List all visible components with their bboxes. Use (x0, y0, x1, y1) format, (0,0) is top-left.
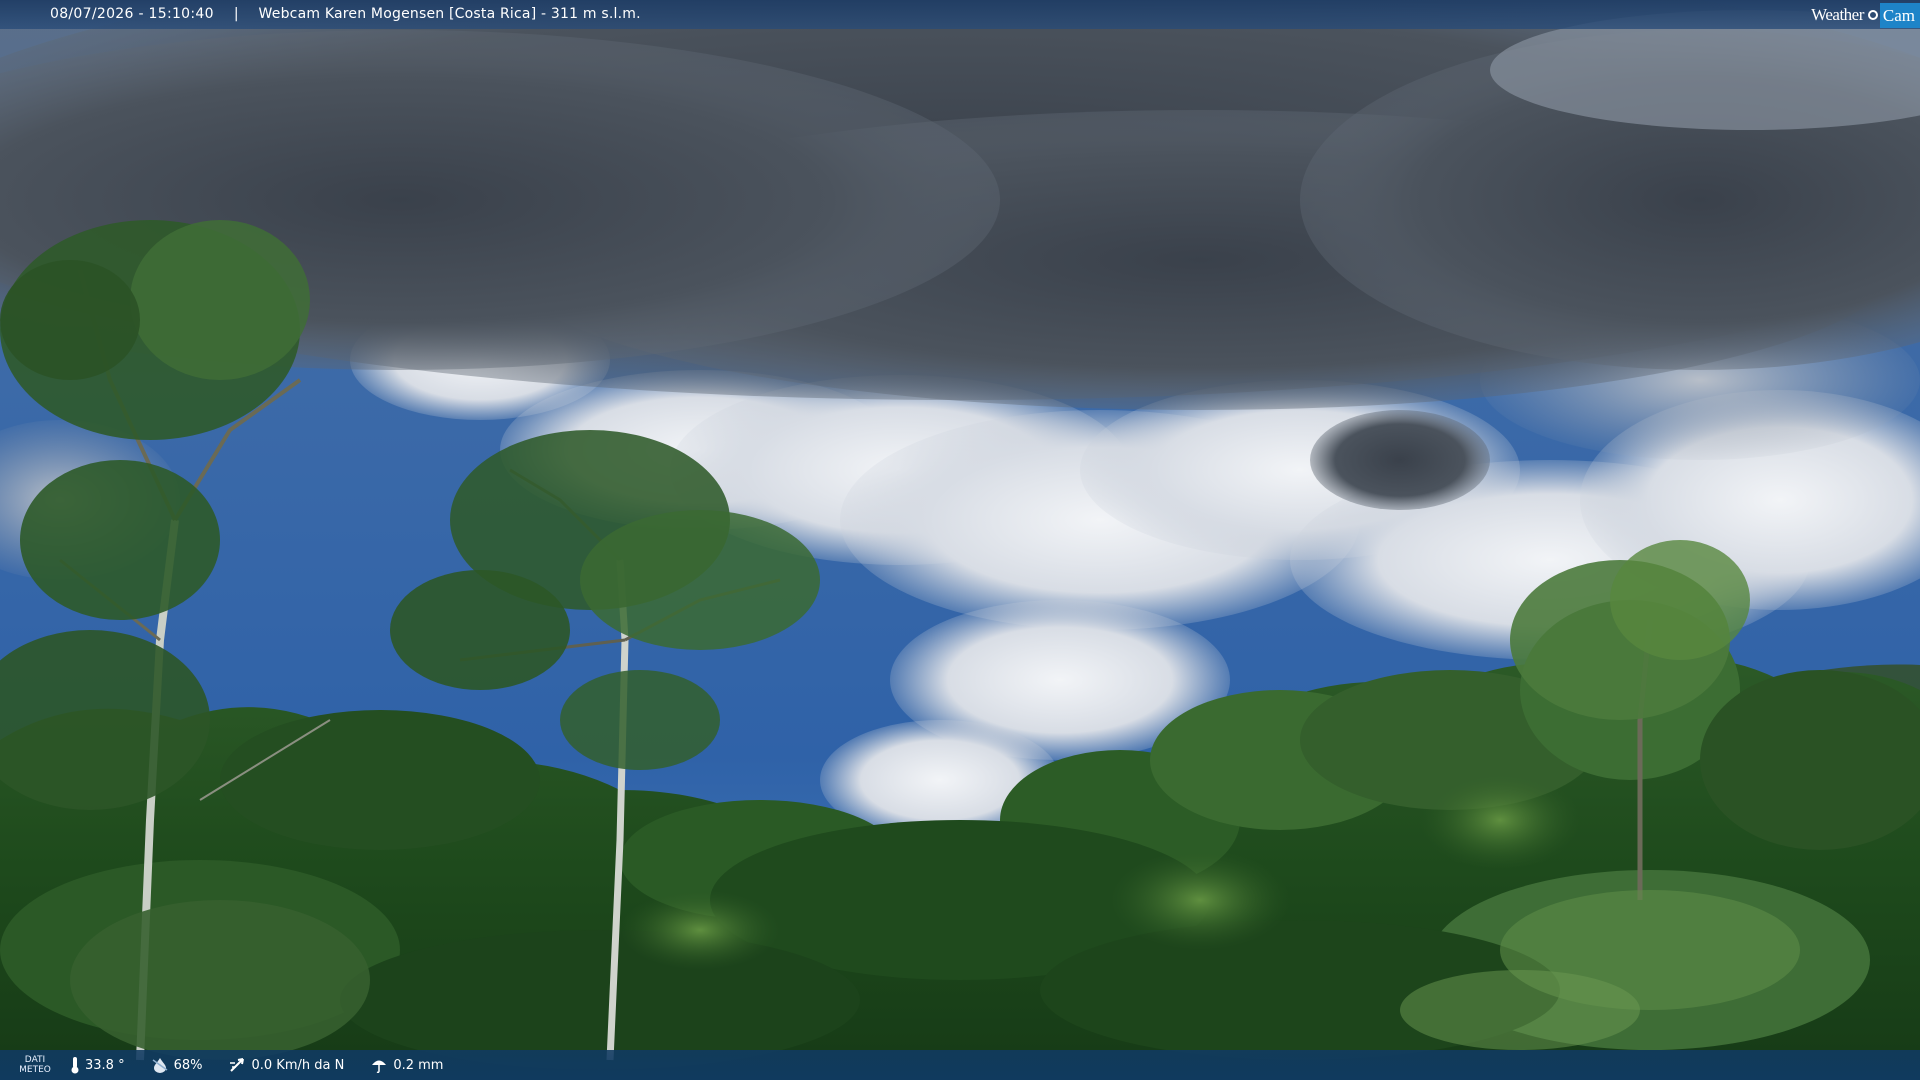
weather-label: DATI METEO (0, 1055, 70, 1075)
timestamp: 08/07/2026 - 15:10:40 (50, 6, 214, 22)
top-info-bar: 08/07/2026 - 15:10:40 | Webcam Karen Mog… (0, 0, 1920, 29)
weather-label-line1: DATI (24, 1055, 46, 1065)
humidity-icon (152, 1058, 168, 1073)
thermometer-icon (71, 1057, 79, 1074)
weathercam-logo[interactable]: Weather Cam (1811, 0, 1920, 29)
wind-reading: 0.0 Km/h da N (228, 1057, 344, 1073)
logo-word-cam: Cam (1879, 3, 1920, 28)
temperature-reading: 33.8 ° (70, 1056, 125, 1074)
humidity-value: 68% (173, 1057, 203, 1073)
webcam-image (0, 0, 1920, 1080)
weather-data-bar: DATI METEO 33.8 ° 68% 0.0 Km/h da N 0.2 … (0, 1050, 1920, 1080)
logo-word-weather: Weather (1811, 4, 1864, 24)
wind-value: 0.0 Km/h da N (251, 1057, 345, 1073)
rain-reading: 0.2 mm (370, 1057, 443, 1073)
title-separator: | (233, 6, 239, 22)
rain-value: 0.2 mm (393, 1057, 444, 1073)
camera-title: Webcam Karen Mogensen [Costa Rica] - 311… (258, 6, 641, 22)
temperature-value: 33.8 ° (85, 1057, 125, 1073)
humidity-reading: 68% (151, 1057, 203, 1073)
rain-icon (372, 1060, 387, 1073)
wind-icon (230, 1058, 245, 1072)
weather-label-line2: METEO (19, 1065, 51, 1075)
webcam-frame: 08/07/2026 - 15:10:40 | Webcam Karen Mog… (0, 0, 1920, 1080)
logo-circle-icon (1867, 9, 1878, 20)
